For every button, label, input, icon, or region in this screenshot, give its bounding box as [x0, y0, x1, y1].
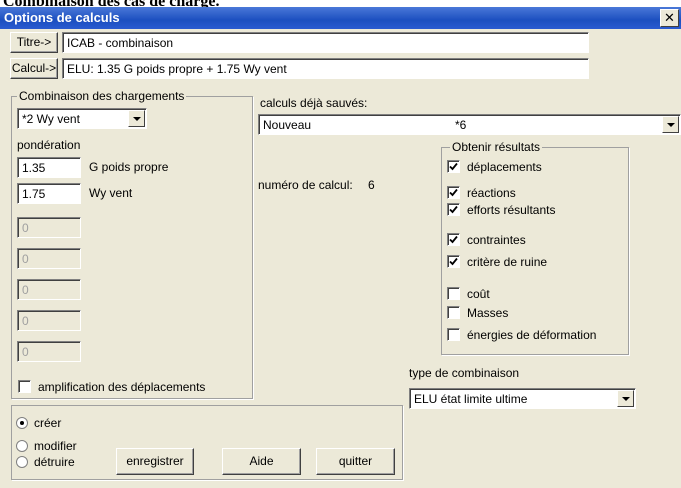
- mode-radio[interactable]: [16, 440, 28, 452]
- dialog-title: Options de calculs: [4, 10, 120, 25]
- chevron-down-icon: [621, 396, 630, 401]
- chargement-select-value: *2 Wy vent: [22, 112, 80, 126]
- mode-label: détruire: [34, 455, 75, 469]
- type-combinaison-value: ELU état limite ultime: [414, 392, 528, 406]
- resultat-checkbox[interactable]: [447, 186, 460, 199]
- ponderation-field[interactable]: 1.35: [17, 157, 81, 178]
- mode-radio[interactable]: [16, 417, 28, 429]
- calculs-sauves-code: *6: [455, 118, 467, 132]
- resultat-checkbox[interactable]: [447, 233, 460, 246]
- ponderation-field[interactable]: 1.75: [17, 183, 81, 204]
- calcul-button[interactable]: Calcul->: [10, 58, 58, 79]
- resultat-checkbox[interactable]: [447, 306, 460, 319]
- titre-field[interactable]: ICAB - combinaison: [62, 32, 589, 53]
- ponderation-field: 0: [17, 341, 81, 362]
- mode-label: créer: [34, 416, 62, 430]
- type-combinaison-select[interactable]: ELU état limite ultime: [409, 388, 636, 409]
- checkmark-icon: [449, 162, 458, 171]
- dialog-titlebar: Options de calculs ✕: [0, 7, 681, 29]
- chevron-down-icon: [666, 122, 675, 127]
- checkmark-icon: [449, 257, 458, 266]
- resultat-label: déplacements: [467, 160, 542, 174]
- ponderation-case-label: G poids propre: [89, 160, 169, 174]
- close-icon: ✕: [664, 10, 675, 25]
- calculs-sauves-label: calculs déjà sauvés:: [260, 96, 368, 110]
- resultats-legend: Obtenir résultats: [450, 140, 543, 154]
- ponderation-field: 0: [17, 279, 81, 300]
- resultat-label: Masses: [467, 306, 509, 320]
- resultat-label: critère de ruine: [467, 255, 548, 269]
- checkmark-icon: [449, 205, 458, 214]
- mode-label: modifier: [34, 439, 77, 453]
- numero-value: 6: [368, 178, 375, 192]
- calcul-field[interactable]: ELU: 1.35 G poids propre + 1.75 Wy vent: [62, 58, 589, 79]
- chargement-select[interactable]: *2 Wy vent: [17, 108, 147, 129]
- checkmark-icon: [449, 188, 458, 197]
- ponderation-field: 0: [17, 217, 81, 238]
- amplification-checkbox[interactable]: [18, 380, 31, 393]
- enregistrer-button[interactable]: enregistrer: [116, 448, 194, 475]
- resultat-checkbox[interactable]: [447, 328, 460, 341]
- numero-label: numéro de calcul:: [258, 178, 353, 192]
- resultat-label: réactions: [467, 186, 516, 200]
- calculs-sauves-dropdown-button[interactable]: [662, 116, 679, 133]
- ponderation-case-label: Wy vent: [89, 186, 133, 200]
- close-button[interactable]: ✕: [660, 9, 679, 27]
- resultat-label: énergies de déformation: [467, 328, 597, 342]
- titre-button[interactable]: Titre->: [10, 32, 58, 53]
- options-dialog: Options de calculs ✕ Titre-> ICAB - comb…: [0, 7, 681, 488]
- chevron-down-icon: [132, 116, 141, 121]
- ponderation-field: 0: [17, 248, 81, 269]
- aide-button[interactable]: Aide: [222, 448, 301, 475]
- resultat-checkbox[interactable]: [447, 255, 460, 268]
- ponderation-field: 0: [17, 310, 81, 331]
- chargement-dropdown-button[interactable]: [128, 110, 145, 127]
- calculs-sauves-name: Nouveau: [263, 118, 312, 132]
- quitter-button[interactable]: quitter: [316, 448, 395, 475]
- checkmark-icon: [449, 235, 458, 244]
- combinaison-legend: Combinaison des chargements: [17, 89, 187, 103]
- radio-selected-dot: [20, 421, 24, 425]
- type-combinaison-dropdown-button[interactable]: [617, 390, 634, 407]
- type-combinaison-label: type de combinaison: [409, 366, 520, 380]
- calculs-sauves-select[interactable]: Nouveau *6: [258, 114, 681, 135]
- resultat-label: efforts résultants: [467, 203, 556, 217]
- amplification-label: amplification des déplacements: [38, 380, 206, 394]
- resultat-checkbox[interactable]: [447, 287, 460, 300]
- resultat-label: coût: [467, 287, 490, 301]
- resultats-group: [441, 147, 629, 355]
- ponderation-label: pondération: [17, 138, 81, 152]
- resultat-checkbox[interactable]: [447, 160, 460, 173]
- resultat-checkbox[interactable]: [447, 203, 460, 216]
- mode-radio[interactable]: [16, 456, 28, 468]
- resultat-label: contraintes: [467, 233, 526, 247]
